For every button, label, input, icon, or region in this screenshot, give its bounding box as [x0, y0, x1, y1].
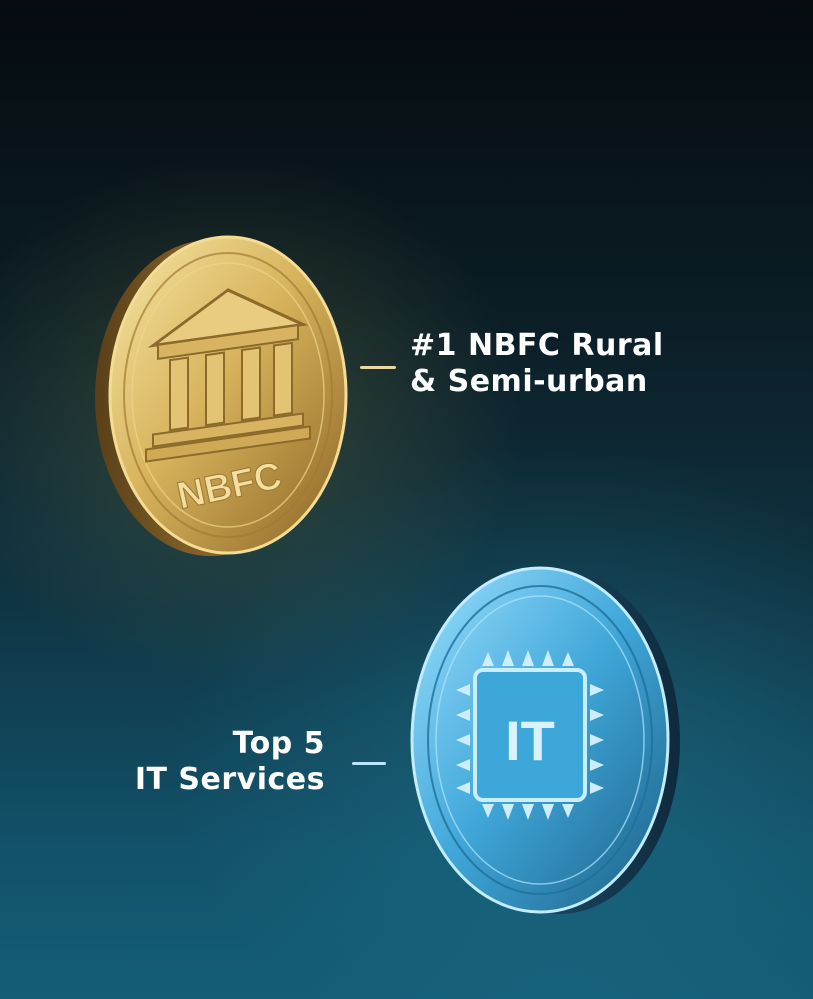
it-coin-text: IT: [505, 709, 555, 772]
nbfc-label-line-1: #1 NBFC Rural: [410, 328, 664, 363]
it-coin: IT: [410, 566, 680, 914]
it-feature-label: Top 5 IT Services: [135, 726, 325, 798]
nbfc-coin: NBFC: [95, 235, 348, 556]
nbfc-connector-line: [360, 366, 396, 369]
nbfc-feature-label: #1 NBFC Rural & Semi-urban: [410, 328, 664, 400]
it-connector-line: [352, 762, 386, 765]
it-label-line-2: IT Services: [134, 762, 325, 797]
nbfc-label-line-2: & Semi-urban: [410, 364, 648, 399]
it-label-line-1: Top 5: [232, 726, 325, 761]
